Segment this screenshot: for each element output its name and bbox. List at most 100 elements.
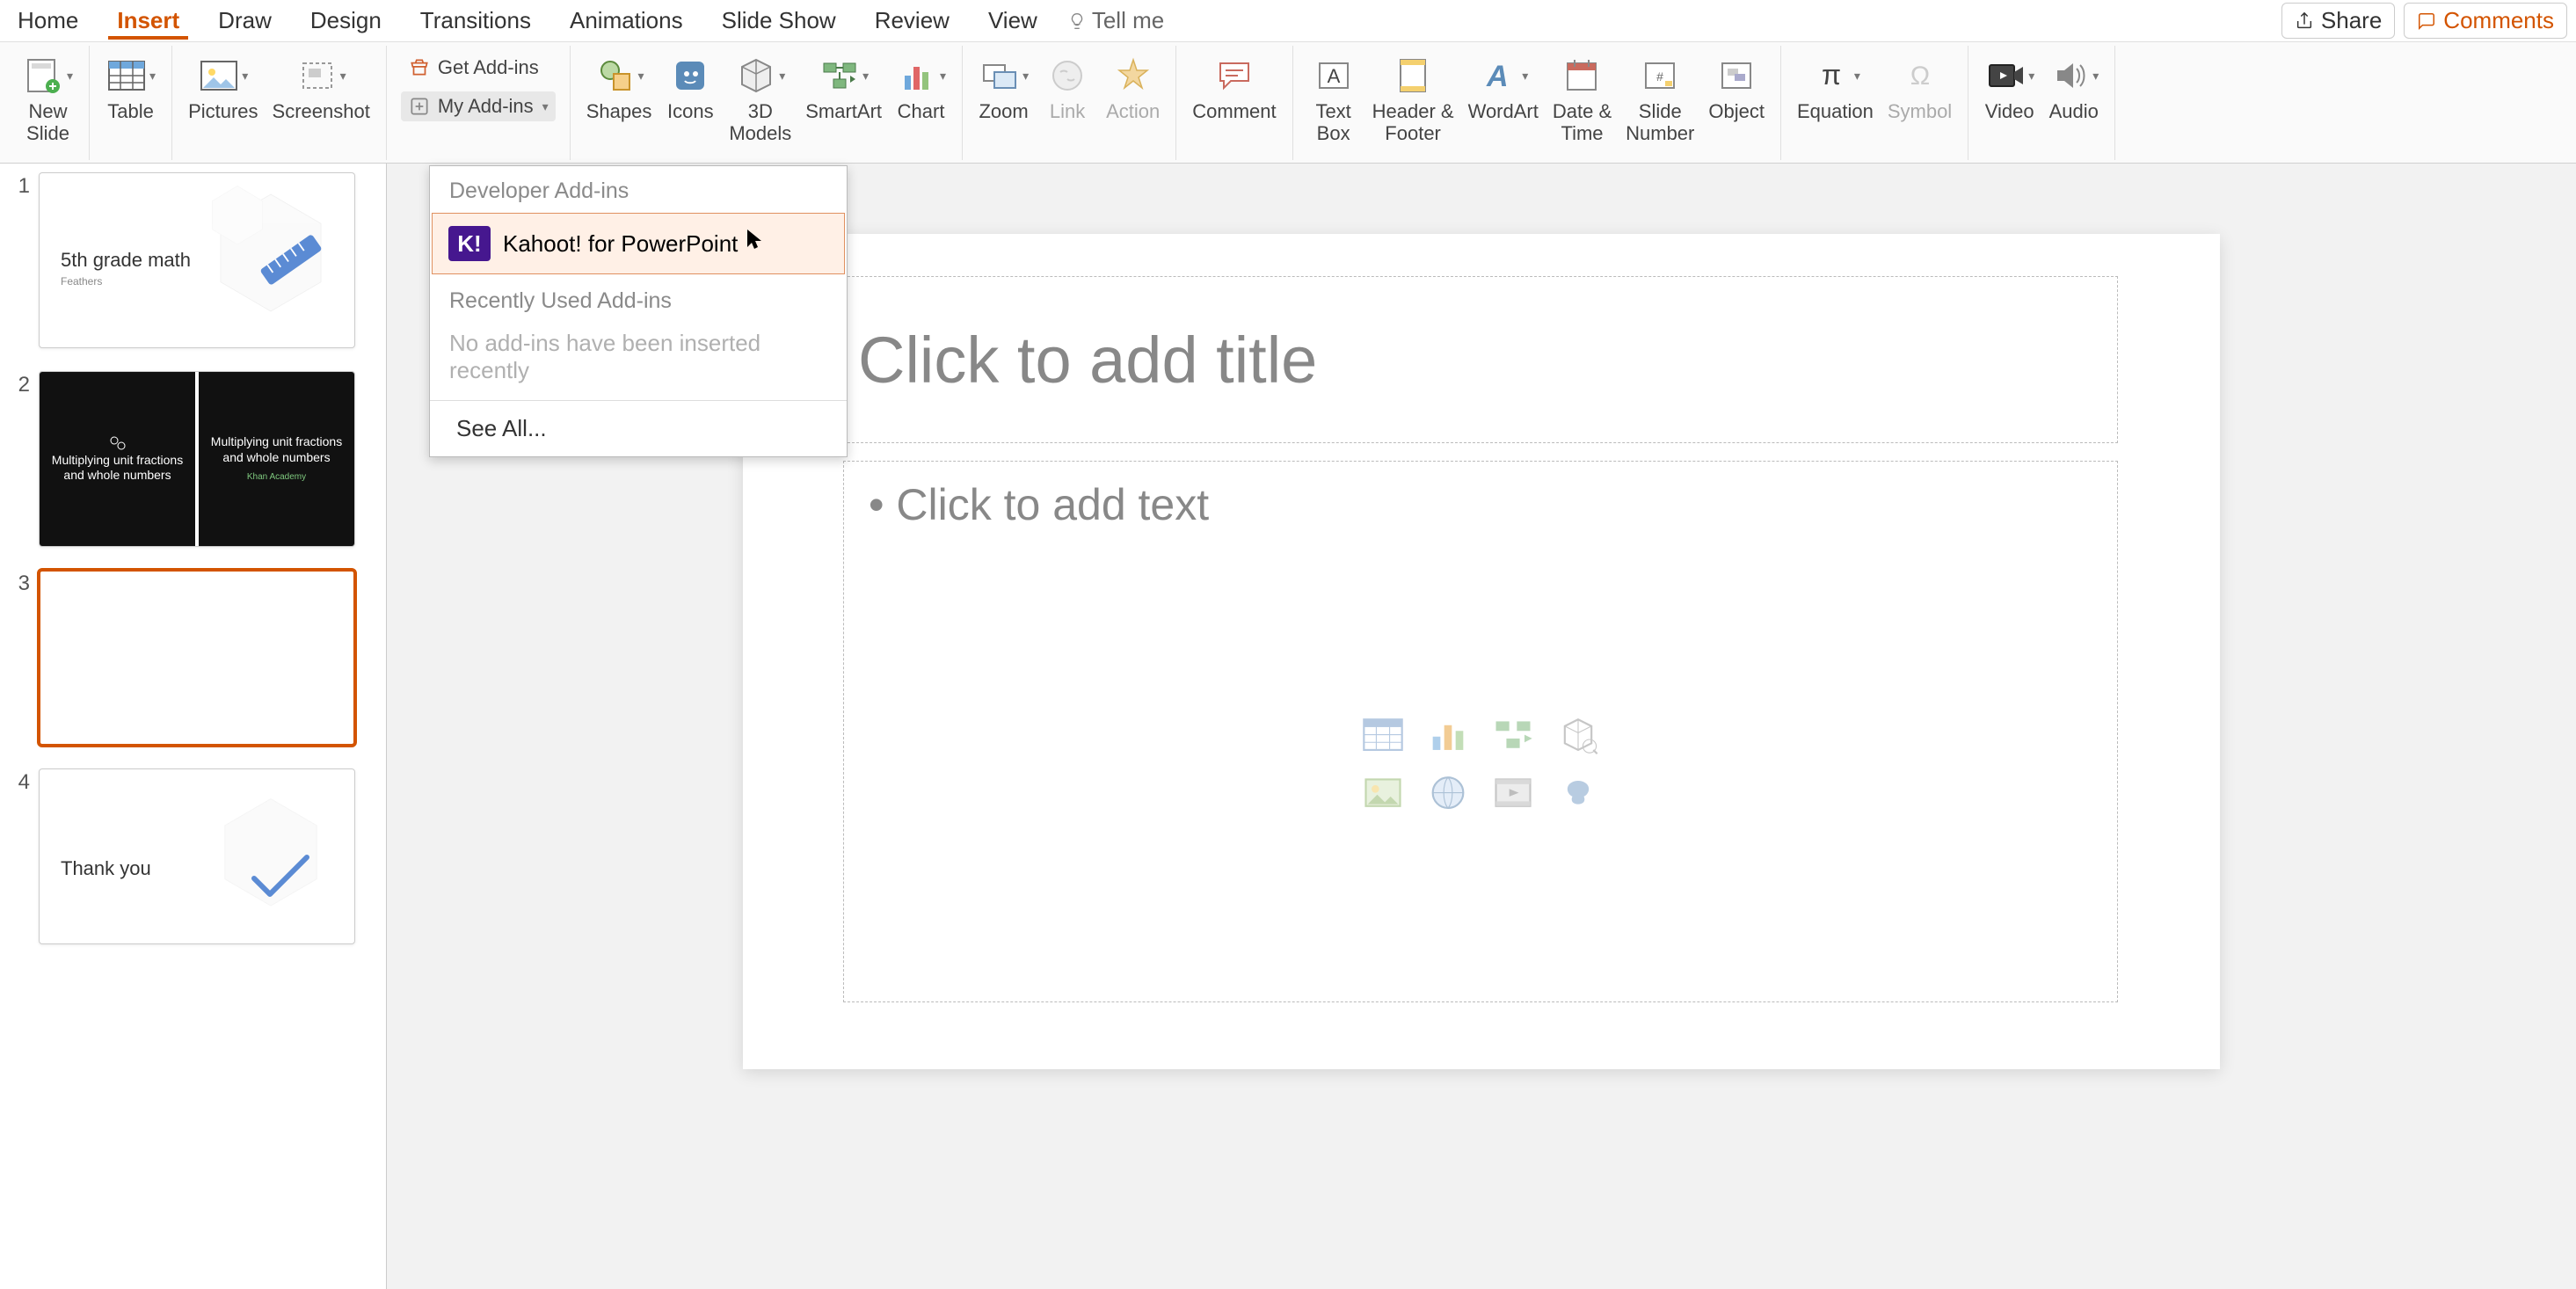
store-icon (408, 56, 431, 79)
slide-thumb-2[interactable]: Multiplying unit fractions and whole num… (39, 371, 355, 547)
tab-view[interactable]: View (979, 2, 1046, 40)
insert-online-picture-icon[interactable] (1420, 768, 1476, 818)
thumb2-left: Multiplying unit fractions and whole num… (40, 372, 199, 546)
link-button: Link (1036, 46, 1099, 127)
slide-number-icon: # (1639, 55, 1681, 97)
date-time-button[interactable]: Date & Time (1546, 46, 1619, 150)
content-placeholder[interactable]: • Click to add text (843, 461, 2118, 1002)
top-right-buttons: Share Comments (2281, 3, 2567, 39)
icons-button[interactable]: Icons (659, 46, 722, 127)
video-label: Video (1985, 100, 2034, 122)
slide-canvas[interactable]: Click to add title • Click to add text (743, 234, 2220, 1069)
group-media: ▾ Video ▾ Audio (1968, 46, 2115, 160)
textbox-label: Text Box (1315, 100, 1350, 145)
share-button[interactable]: Share (2281, 3, 2395, 39)
tab-home[interactable]: Home (9, 2, 87, 40)
slide-thumb-4[interactable]: Thank you (39, 768, 355, 944)
table-button[interactable]: ▾ Table (98, 46, 163, 127)
molecule-icon (109, 435, 127, 453)
new-slide-button[interactable]: ▾ New Slide (16, 46, 80, 150)
shapes-icon (594, 55, 637, 97)
tab-design[interactable]: Design (302, 2, 390, 40)
kahoot-addin-label: Kahoot! for PowerPoint (503, 230, 738, 258)
insert-picture-icon[interactable] (1355, 768, 1411, 818)
share-icon (2295, 11, 2314, 31)
thumb2-right-text: Multiplying unit fractions and whole num… (207, 434, 346, 465)
insert-ribbon: ▾ New Slide ▾ Table ▾ Pictures ▾ Screens… (0, 42, 2576, 164)
thumb-row-4: 4 Thank you (9, 768, 386, 944)
my-addins-dropdown: Developer Add-ins K! Kahoot! for PowerPo… (429, 165, 848, 457)
calendar-icon (1561, 55, 1603, 97)
pictures-button[interactable]: ▾ Pictures (181, 46, 265, 127)
insert-icon-icon[interactable] (1550, 768, 1606, 818)
title-placeholder[interactable]: Click to add title (843, 276, 2118, 443)
wordart-button[interactable]: A▾ WordArt (1461, 46, 1546, 127)
3d-models-label: 3D Models (729, 100, 791, 145)
group-illustrations: ▾ Shapes Icons ▾ 3D Models ▾ SmartArt ▾ … (571, 46, 963, 160)
zoom-label: Zoom (979, 100, 1028, 122)
audio-button[interactable]: ▾ Audio (2041, 46, 2106, 127)
thumb-number-2: 2 (9, 371, 30, 397)
comment-button[interactable]: Comment (1185, 46, 1283, 127)
ruler-icon (251, 219, 330, 298)
equation-button[interactable]: π▾ Equation (1790, 46, 1881, 127)
symbol-label: Symbol (1888, 100, 1952, 122)
slide-number-button[interactable]: # Slide Number (1619, 46, 1701, 150)
slide-thumb-1[interactable]: 5th grade math Feathers (39, 172, 355, 348)
see-all-addins-button[interactable]: See All... (430, 400, 847, 456)
tab-slideshow[interactable]: Slide Show (713, 2, 845, 40)
my-addins-label: My Add-ins (438, 95, 534, 118)
my-addins-button[interactable]: My Add-ins ▾ (401, 91, 556, 121)
comments-button[interactable]: Comments (2404, 3, 2567, 39)
thumb-row-1: 1 5th grade math Feathers (9, 172, 386, 348)
equation-label: Equation (1797, 100, 1874, 122)
insert-smartart-icon[interactable] (1485, 710, 1541, 760)
tab-transitions[interactable]: Transitions (411, 2, 540, 40)
chart-label: Chart (898, 100, 945, 122)
svg-text:#: # (1656, 69, 1663, 84)
shapes-button[interactable]: ▾ Shapes (579, 46, 659, 127)
share-label: Share (2321, 7, 2382, 34)
tab-review[interactable]: Review (866, 2, 958, 40)
zoom-button[interactable]: ▾ Zoom (971, 46, 1036, 127)
icons-label: Icons (667, 100, 714, 122)
screenshot-icon (296, 55, 338, 97)
textbox-button[interactable]: A Text Box (1302, 46, 1365, 150)
header-footer-button[interactable]: Header & Footer (1365, 46, 1461, 150)
screenshot-button[interactable]: ▾ Screenshot (266, 46, 377, 127)
smartart-icon (819, 55, 861, 97)
tell-me-search[interactable]: Tell me (1067, 7, 1164, 34)
thumb-row-3: 3 (9, 570, 386, 746)
date-time-label: Date & Time (1553, 100, 1612, 145)
title-placeholder-text: Click to add title (858, 323, 1317, 397)
kahoot-addin-item[interactable]: K! Kahoot! for PowerPoint (432, 213, 845, 274)
insert-3d-icon[interactable] (1550, 710, 1606, 760)
link-icon (1046, 55, 1088, 97)
chart-button[interactable]: ▾ Chart (889, 46, 953, 127)
get-addins-button[interactable]: Get Add-ins (401, 53, 556, 83)
comment-bubble-icon (2417, 11, 2436, 31)
video-button[interactable]: ▾ Video (1977, 46, 2041, 127)
new-slide-label: New Slide (26, 100, 69, 145)
insert-table-icon[interactable] (1355, 710, 1411, 760)
group-tables: ▾ Table (90, 46, 172, 160)
group-images: ▾ Pictures ▾ Screenshot (172, 46, 387, 160)
3d-models-button[interactable]: ▾ 3D Models (722, 46, 798, 150)
table-icon (106, 55, 148, 97)
shapes-label: Shapes (586, 100, 652, 122)
tab-insert[interactable]: Insert (108, 2, 188, 40)
developer-addins-header: Developer Add-ins (430, 166, 847, 211)
insert-chart-icon[interactable] (1420, 710, 1476, 760)
tab-draw[interactable]: Draw (209, 2, 280, 40)
recent-addins-header: Recently Used Add-ins (430, 276, 847, 321)
slide-thumbnail-panel: 1 5th grade math Feathers 2 Multiplying … (0, 164, 387, 1289)
table-label: Table (107, 100, 154, 122)
wordart-label: WordArt (1468, 100, 1539, 122)
cursor-icon (745, 228, 764, 252)
smartart-button[interactable]: ▾ SmartArt (798, 46, 889, 127)
object-button[interactable]: Object (1701, 46, 1772, 127)
tab-animations[interactable]: Animations (561, 2, 692, 40)
cube-icon (735, 55, 777, 97)
slide-thumb-3[interactable] (39, 570, 355, 746)
insert-video-icon[interactable] (1485, 768, 1541, 818)
